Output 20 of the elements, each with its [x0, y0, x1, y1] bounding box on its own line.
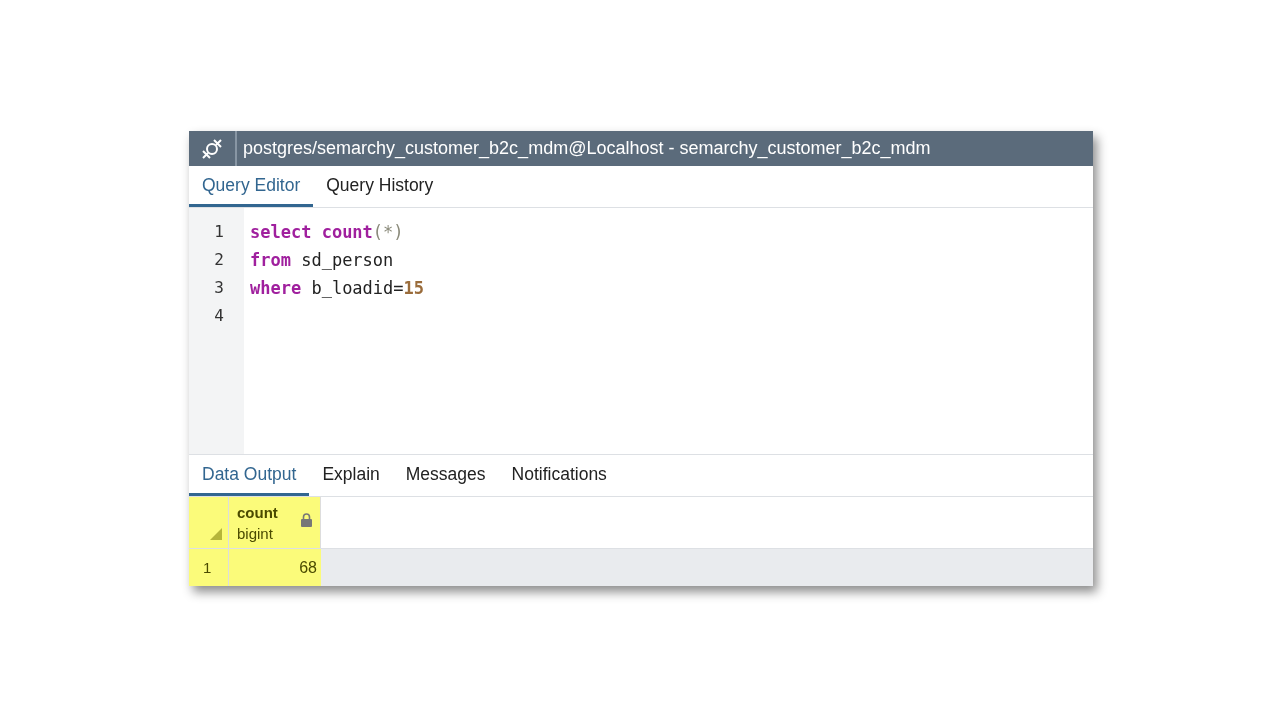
line-number: 1: [213, 221, 225, 243]
row-number: 1: [189, 549, 229, 586]
lock-icon: [301, 512, 312, 527]
triangle-icon: [210, 528, 222, 540]
tab[interactable]: Messages: [392, 455, 499, 496]
column-type: bigint: [237, 524, 274, 544]
line-number: 3: [213, 277, 225, 299]
code-line: select count(*): [250, 221, 405, 244]
tab[interactable]: Query History: [313, 166, 447, 207]
plug-icon: [200, 136, 224, 161]
column-name: count: [237, 503, 278, 523]
tab[interactable]: Notifications: [498, 455, 620, 496]
code-line: where b_loadid=15: [250, 277, 425, 300]
table-cell: 68: [229, 549, 321, 586]
column-header[interactable]: count bigint: [229, 497, 321, 548]
code-line: from sd_person: [250, 249, 395, 272]
tab[interactable]: Explain: [309, 455, 393, 496]
window-title: postgres/semarchy_customer_b2c_mdm@Localhost - semarchy_customer_b2c_mdm: [242, 137, 931, 161]
line-number: 2: [213, 249, 225, 271]
line-number: 4: [213, 305, 225, 327]
